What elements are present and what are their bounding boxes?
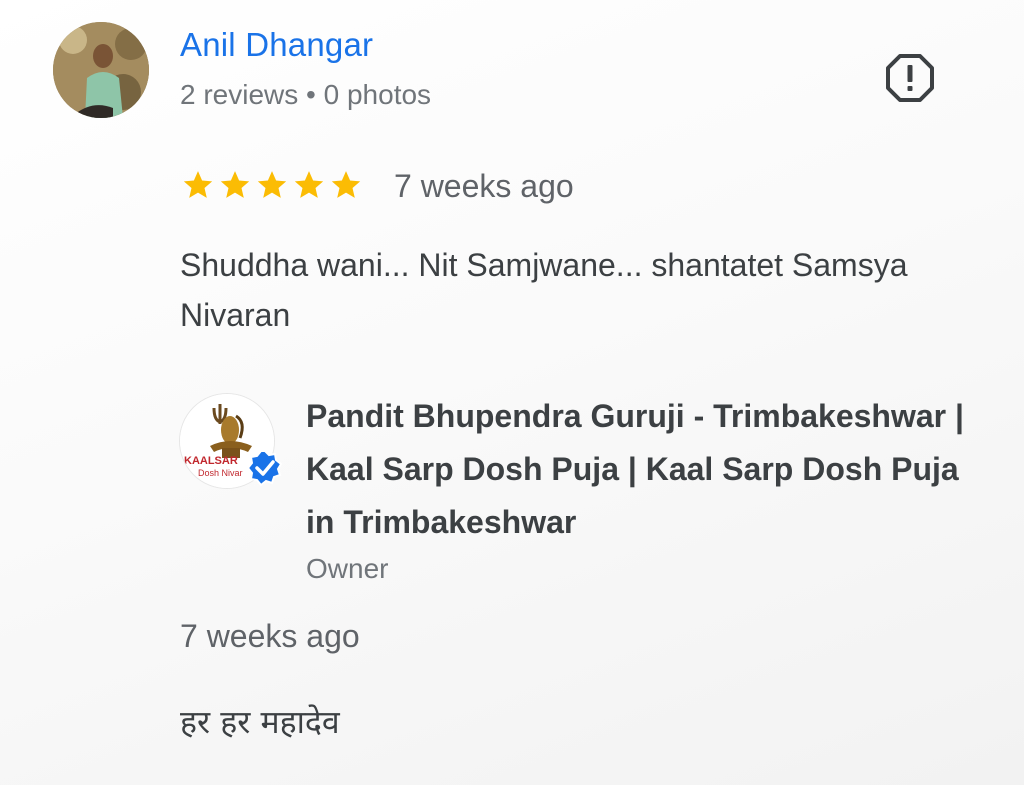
owner-avatar[interactable]: KAALSAR Dosh Nivar <box>179 393 283 489</box>
report-button[interactable] <box>884 52 936 104</box>
star-icon <box>329 168 363 204</box>
reviewer-name[interactable]: Anil Dhangar <box>180 26 373 64</box>
svg-text:Dosh Nivar: Dosh Nivar <box>198 468 243 478</box>
owner-role-label: Owner <box>306 553 389 584</box>
reply-timestamp: 7 weeks ago <box>180 618 360 654</box>
reviewer-meta: 2 reviews • 0 photos <box>180 79 432 110</box>
star-icon <box>218 168 252 204</box>
svg-text:KAALSAR: KAALSAR <box>184 455 238 467</box>
review-text: Shuddha wani... Nit Samjwane... shantate… <box>180 247 908 333</box>
star-icon <box>292 168 326 204</box>
review-card: Anil Dhangar 2 reviews • 0 photos 7 week… <box>0 0 1024 785</box>
reply-text: हर हर महादेव <box>180 703 340 741</box>
owner-name[interactable]: Pandit Bhupendra Guruji - Trimbakeshwar … <box>306 390 986 549</box>
star-rating <box>181 168 363 204</box>
star-icon <box>255 168 289 204</box>
review-timestamp: 7 weeks ago <box>394 168 574 204</box>
verified-check-icon <box>246 449 284 487</box>
reviewer-avatar[interactable] <box>53 22 149 118</box>
star-icon <box>181 168 215 204</box>
report-icon <box>886 54 934 102</box>
